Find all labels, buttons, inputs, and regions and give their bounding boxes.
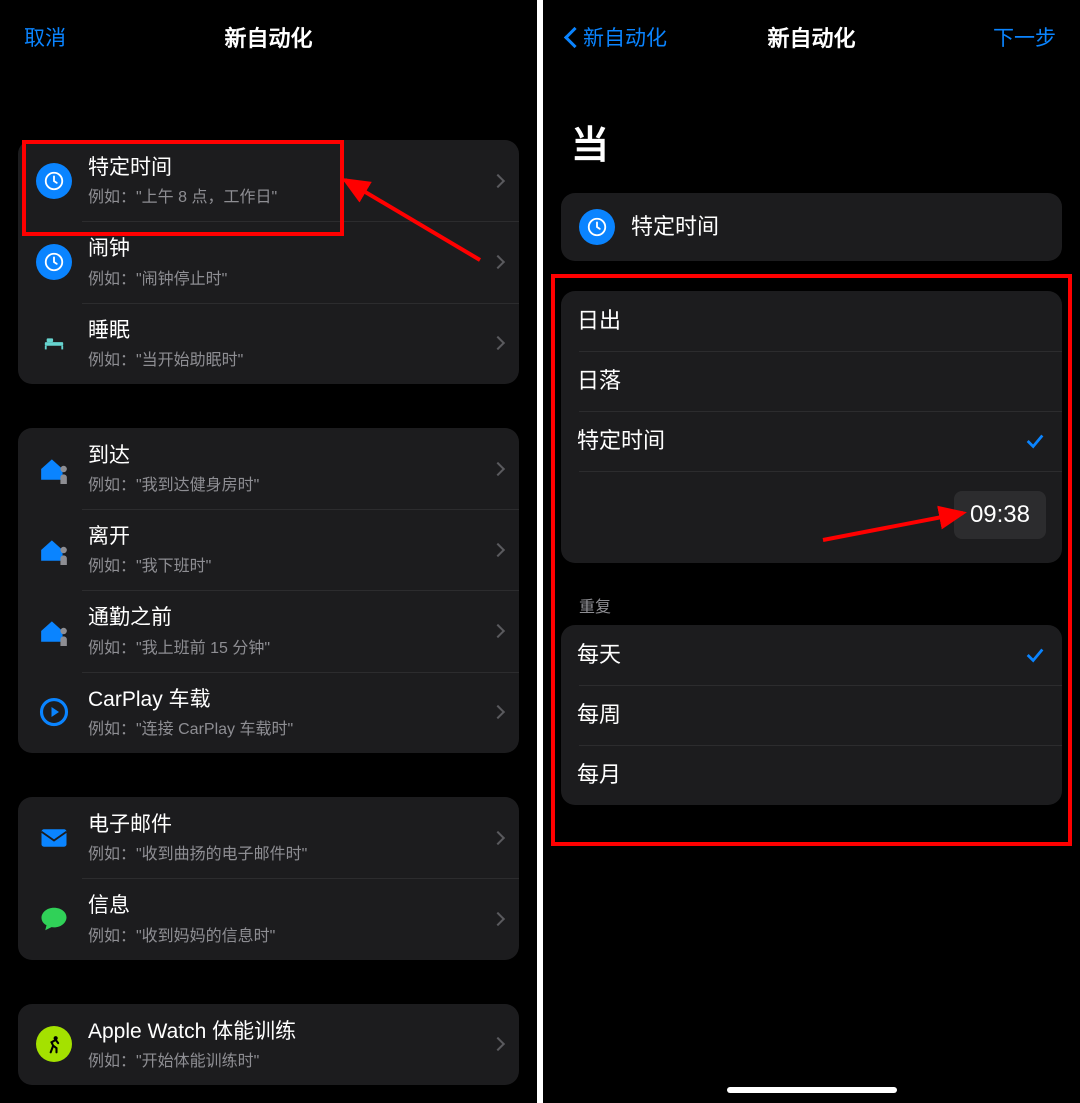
checkmark-icon	[1024, 430, 1046, 452]
time-picker-row: 09:38	[561, 471, 1062, 563]
bed-icon	[34, 323, 74, 363]
option-label: 每月	[577, 761, 1046, 790]
trigger-label: 特定时间	[631, 213, 1046, 242]
chevron-right-icon	[491, 336, 505, 350]
clock-icon	[36, 163, 72, 199]
repeat-section-label: 重复	[579, 593, 1062, 617]
cell-leave[interactable]: 离开 例如："我下班时"	[18, 509, 519, 590]
cell-title: 闹钟	[88, 235, 485, 262]
chevron-right-icon	[491, 831, 505, 845]
cell-sub: 例如："收到曲扬的电子邮件时"	[88, 840, 485, 864]
next-button[interactable]: 下一步	[993, 22, 1056, 52]
message-icon	[34, 899, 74, 939]
cell-email[interactable]: 电子邮件 例如："收到曲扬的电子邮件时"	[18, 797, 519, 878]
cell-title: 电子邮件	[88, 811, 485, 838]
option-label: 特定时间	[577, 427, 1024, 456]
chevron-right-icon	[491, 624, 505, 638]
page-title: 新自动化	[0, 21, 537, 53]
content-left: 特定时间 例如："上午 8 点，工作日" 闹钟 例如："闹钟停止时"	[0, 74, 537, 1103]
chevron-right-icon	[491, 174, 505, 188]
selected-trigger-card: 特定时间	[561, 193, 1062, 261]
time-option-group: 日出 日落 特定时间 09:38	[561, 291, 1062, 563]
content-right: 当 特定时间 日出 日落 特定时间	[543, 114, 1080, 869]
right-screen: 新自动化 新自动化 下一步 当 特定时间 日出 日落	[543, 0, 1080, 1103]
navbar: 取消 新自动化	[0, 0, 537, 74]
workout-icon	[36, 1026, 72, 1062]
option-label: 每周	[577, 701, 1046, 730]
repeat-option-group: 每天 每周 每月	[561, 625, 1062, 805]
cell-title: 离开	[88, 523, 485, 550]
option-sunset[interactable]: 日落	[561, 351, 1062, 411]
cell-message[interactable]: 信息 例如："收到妈妈的信息时"	[18, 878, 519, 959]
checkmark-icon	[1024, 644, 1046, 666]
navbar: 新自动化 新自动化 下一步	[543, 0, 1080, 74]
mail-icon	[34, 818, 74, 858]
home-person-icon	[34, 530, 74, 570]
chevron-right-icon	[491, 543, 505, 557]
cell-title: CarPlay 车载	[88, 686, 485, 713]
back-button[interactable]: 新自动化	[567, 22, 667, 52]
option-sunrise[interactable]: 日出	[561, 291, 1062, 351]
left-screen: 取消 新自动化 特定时间 例如："上午 8 点，工作日"	[0, 0, 537, 1103]
chevron-right-icon	[491, 461, 505, 475]
cell-title: 信息	[88, 892, 485, 919]
option-specific-time[interactable]: 特定时间	[561, 411, 1062, 471]
home-person-icon	[34, 449, 74, 489]
cell-workout[interactable]: Apple Watch 体能训练 例如："开始体能训练时"	[18, 1004, 519, 1085]
cell-arrive[interactable]: 到达 例如："我到达健身房时"	[18, 428, 519, 509]
trigger-group-time: 特定时间 例如："上午 8 点，工作日" 闹钟 例如："闹钟停止时"	[18, 140, 519, 384]
cell-sub: 例如："我下班时"	[88, 552, 485, 576]
cell-sub: 例如："我到达健身房时"	[88, 471, 485, 495]
carplay-icon	[34, 692, 74, 732]
cell-sub: 例如："闹钟停止时"	[88, 265, 485, 289]
trigger-group-communication: 电子邮件 例如："收到曲扬的电子邮件时" 信息 例如："收到妈妈的信息时"	[18, 797, 519, 960]
cell-sub: 例如："连接 CarPlay 车载时"	[88, 715, 485, 739]
chevron-right-icon	[491, 255, 505, 269]
cell-sub: 例如："我上班前 15 分钟"	[88, 634, 485, 658]
cell-sub: 例如："开始体能训练时"	[88, 1047, 485, 1071]
chevron-right-icon	[491, 1037, 505, 1051]
option-label: 日出	[577, 307, 1046, 336]
option-label: 每天	[577, 641, 1024, 670]
cell-sub: 例如："当开始助眠时"	[88, 346, 485, 370]
cancel-label: 取消	[24, 22, 66, 52]
clock-icon	[36, 244, 72, 280]
cell-title: 到达	[88, 442, 485, 469]
cell-title: Apple Watch 体能训练	[88, 1018, 485, 1045]
cell-title: 睡眠	[88, 317, 485, 344]
time-value: 09:38	[970, 501, 1030, 528]
cell-sub: 例如："上午 8 点，工作日"	[88, 183, 485, 207]
cell-carplay[interactable]: CarPlay 车载 例如："连接 CarPlay 车载时"	[18, 672, 519, 753]
next-label: 下一步	[993, 22, 1056, 52]
cell-title: 通勤之前	[88, 604, 485, 631]
cell-alarm[interactable]: 闹钟 例如："闹钟停止时"	[18, 221, 519, 302]
option-weekly[interactable]: 每周	[561, 685, 1062, 745]
cell-time-of-day[interactable]: 特定时间 例如："上午 8 点，工作日"	[18, 140, 519, 221]
home-person-icon	[34, 611, 74, 651]
chevron-right-icon	[491, 912, 505, 926]
cell-commute[interactable]: 通勤之前 例如："我上班前 15 分钟"	[18, 590, 519, 671]
when-heading: 当	[571, 114, 1062, 169]
clock-icon	[579, 209, 615, 245]
chevron-right-icon	[491, 705, 505, 719]
chevron-left-icon	[567, 26, 581, 48]
trigger-summary: 特定时间	[561, 193, 1062, 261]
option-daily[interactable]: 每天	[561, 625, 1062, 685]
trigger-group-location: 到达 例如："我到达健身房时" 离开 例如："我下班时"	[18, 428, 519, 753]
cell-title: 特定时间	[88, 154, 485, 181]
home-indicator[interactable]	[727, 1087, 897, 1093]
cancel-button[interactable]: 取消	[24, 22, 66, 52]
option-label: 日落	[577, 367, 1046, 396]
trigger-group-watch: Apple Watch 体能训练 例如："开始体能训练时"	[18, 1004, 519, 1085]
back-label: 新自动化	[583, 22, 667, 52]
time-picker[interactable]: 09:38	[954, 491, 1046, 539]
cell-sleep[interactable]: 睡眠 例如："当开始助眠时"	[18, 303, 519, 384]
option-monthly[interactable]: 每月	[561, 745, 1062, 805]
cell-sub: 例如："收到妈妈的信息时"	[88, 922, 485, 946]
